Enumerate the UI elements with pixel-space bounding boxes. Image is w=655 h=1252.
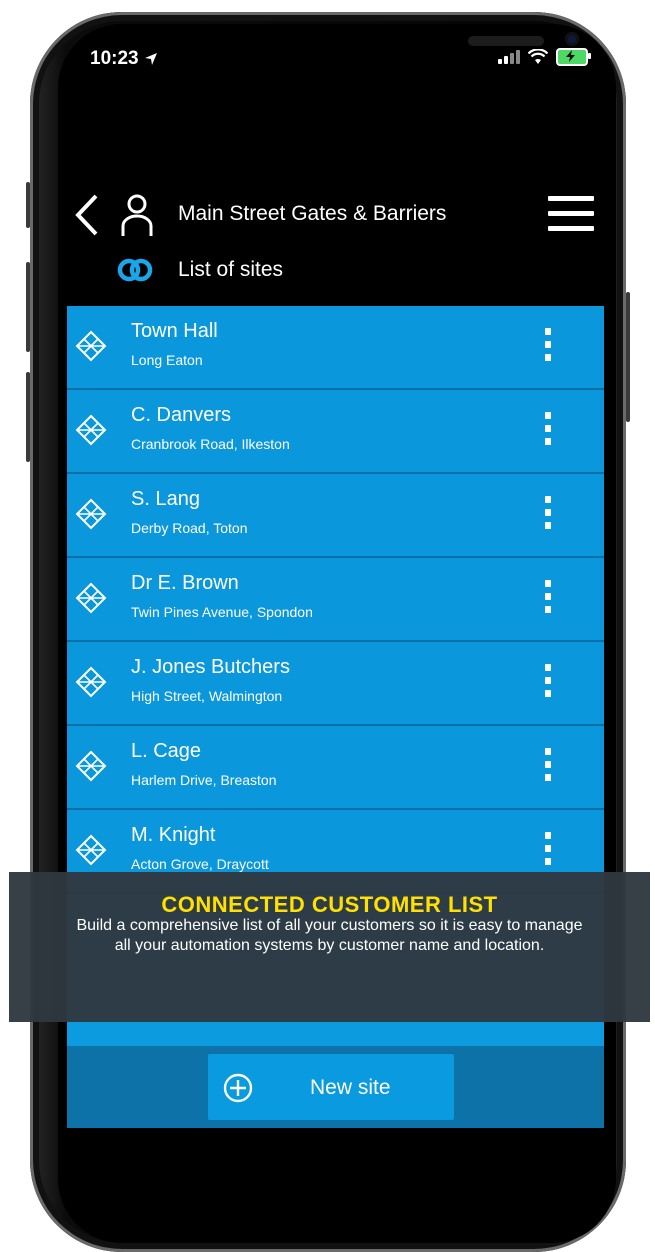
site-name: C. Danvers xyxy=(131,404,232,426)
hamburger-menu-icon[interactable] xyxy=(548,196,594,232)
more-options-icon[interactable] xyxy=(545,832,555,872)
signal-icon xyxy=(498,50,520,64)
site-location: Derby Road, Toton xyxy=(131,520,248,536)
link-icon xyxy=(117,258,153,282)
more-options-icon[interactable] xyxy=(545,580,555,620)
status-time: 10:23 xyxy=(90,48,158,70)
volume-down-button xyxy=(26,372,30,462)
site-location: Twin Pines Avenue, Spondon xyxy=(131,604,313,620)
more-options-icon[interactable] xyxy=(545,412,555,452)
feature-banner: CONNECTED CUSTOMER LIST Build a comprehe… xyxy=(9,872,650,1022)
more-options-icon[interactable] xyxy=(545,664,555,704)
site-row[interactable]: L. Cage Harlem Drive, Breaston xyxy=(67,726,604,810)
site-row[interactable]: Town Hall Long Eaton xyxy=(67,306,604,390)
site-name: Dr E. Brown xyxy=(131,572,239,594)
banner-text: Build a comprehensive list of all your c… xyxy=(76,917,583,954)
site-row[interactable]: C. Danvers Cranbrook Road, Ilkeston xyxy=(67,390,604,474)
site-name: J. Jones Butchers xyxy=(131,656,290,678)
back-chevron-icon[interactable] xyxy=(72,192,102,238)
more-options-icon[interactable] xyxy=(545,748,555,788)
bottom-bar: New site xyxy=(67,1046,604,1128)
site-name: M. Knight xyxy=(131,824,216,846)
site-location: Long Eaton xyxy=(131,352,203,368)
banner-title: CONNECTED CUSTOMER LIST xyxy=(161,892,498,917)
site-cube-icon xyxy=(75,750,107,782)
volume-up-button xyxy=(26,262,30,352)
site-name: L. Cage xyxy=(131,740,202,762)
more-options-icon[interactable] xyxy=(545,328,555,368)
site-cube-icon xyxy=(75,582,107,614)
wifi-icon xyxy=(528,49,548,64)
site-location: Harlem Drive, Breaston xyxy=(131,772,277,788)
site-location: Cranbrook Road, Ilkeston xyxy=(131,436,290,452)
site-row[interactable]: J. Jones Butchers High Street, Walmingto… xyxy=(67,642,604,726)
site-cube-icon xyxy=(75,330,107,362)
new-site-button[interactable]: New site xyxy=(208,1054,454,1120)
more-options-icon[interactable] xyxy=(545,496,555,536)
site-location: Acton Grove, Draycott xyxy=(131,856,269,872)
notch xyxy=(228,24,579,64)
location-arrow-icon xyxy=(144,52,157,65)
user-icon[interactable] xyxy=(120,192,154,236)
site-cube-icon xyxy=(75,414,107,446)
front-camera xyxy=(565,32,579,46)
add-circle-icon xyxy=(223,1073,253,1103)
silent-switch xyxy=(26,182,30,228)
status-icons xyxy=(498,48,591,66)
site-cube-icon xyxy=(75,498,107,530)
company-title: Main Street Gates & Barriers xyxy=(178,202,447,225)
new-site-label: New site xyxy=(310,1076,391,1099)
site-cube-icon xyxy=(75,666,107,698)
site-row[interactable]: S. Lang Derby Road, Toton xyxy=(67,474,604,558)
site-name: Town Hall xyxy=(131,320,218,342)
page-subtitle: List of sites xyxy=(178,258,284,281)
speaker-grille xyxy=(468,36,544,46)
power-button xyxy=(626,292,630,422)
site-location: High Street, Walmington xyxy=(131,688,283,704)
site-cube-icon xyxy=(75,834,107,866)
battery-charging-icon xyxy=(556,48,591,66)
site-row[interactable]: Dr E. Brown Twin Pines Avenue, Spondon xyxy=(67,558,604,642)
site-name: S. Lang xyxy=(131,488,200,510)
phone-screen: 10:23 Main Street Gates & Barriers List … xyxy=(58,24,616,1243)
